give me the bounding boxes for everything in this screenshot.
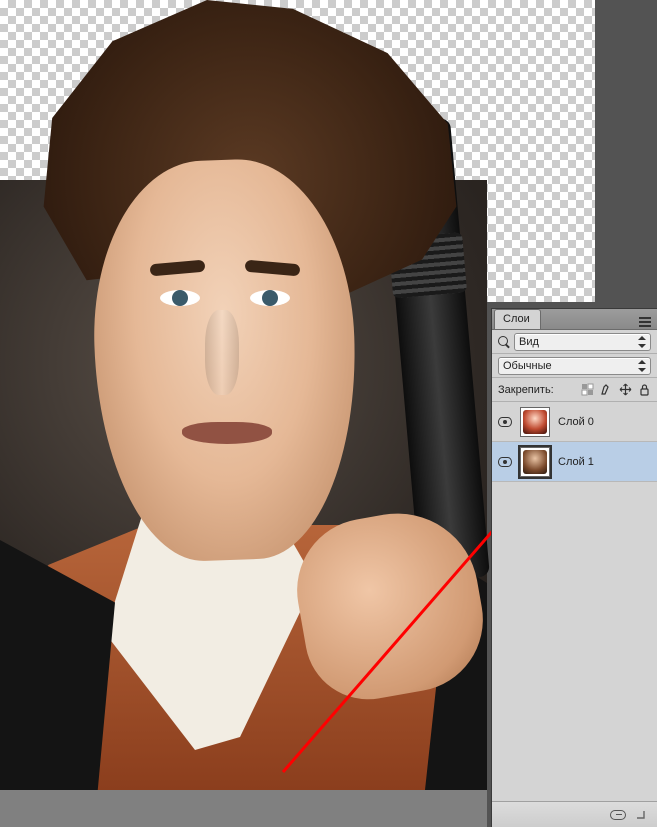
blend-mode-value: Обычные xyxy=(503,360,552,372)
visibility-icon[interactable] xyxy=(498,417,512,427)
blend-mode-row: Обычные xyxy=(492,354,657,378)
lock-position-icon[interactable] xyxy=(619,383,632,396)
visibility-icon[interactable] xyxy=(498,457,512,467)
layers-list: Слой 0 Слой 1 xyxy=(492,402,657,801)
layer-name[interactable]: Слой 0 xyxy=(558,416,594,428)
lock-label: Закрепить: xyxy=(498,384,554,396)
tab-layers[interactable]: Слои xyxy=(494,309,541,329)
panel-footer xyxy=(492,801,657,827)
layer-item[interactable]: Слой 1 xyxy=(492,442,657,482)
mouth-shape xyxy=(182,422,272,444)
nose-shape xyxy=(205,310,239,395)
right-eye xyxy=(250,290,290,306)
filter-type-dropdown[interactable]: Вид xyxy=(514,333,651,351)
canvas[interactable] xyxy=(0,0,487,790)
lock-all-icon[interactable] xyxy=(638,383,651,396)
chevron-updown-icon xyxy=(638,336,646,348)
layer-filter-row: Вид xyxy=(492,330,657,354)
footer-corner-icon xyxy=(634,808,647,821)
lock-pixels-icon[interactable] xyxy=(600,383,613,396)
blend-mode-dropdown[interactable]: Обычные xyxy=(498,357,651,375)
lock-transparency-icon[interactable] xyxy=(581,383,594,396)
layer-thumbnail[interactable] xyxy=(520,447,550,477)
panel-menu-icon[interactable] xyxy=(637,315,653,329)
lock-row: Закрепить: xyxy=(492,378,657,402)
panel-tabs: Слои xyxy=(492,309,657,330)
layer-thumbnail[interactable] xyxy=(520,407,550,437)
canvas-bottom-bar xyxy=(0,790,487,827)
layers-panel: Слои Вид Обычные Закрепить: xyxy=(491,308,657,827)
search-icon xyxy=(498,336,510,348)
link-layers-icon[interactable] xyxy=(610,810,626,820)
layer-name[interactable]: Слой 1 xyxy=(558,456,594,468)
chevron-updown-icon xyxy=(638,360,646,372)
left-eye xyxy=(160,290,200,306)
filter-type-label: Вид xyxy=(519,336,539,348)
workspace: Слои Вид Обычные Закрепить: xyxy=(0,0,657,827)
layer-item[interactable]: Слой 0 xyxy=(492,402,657,442)
